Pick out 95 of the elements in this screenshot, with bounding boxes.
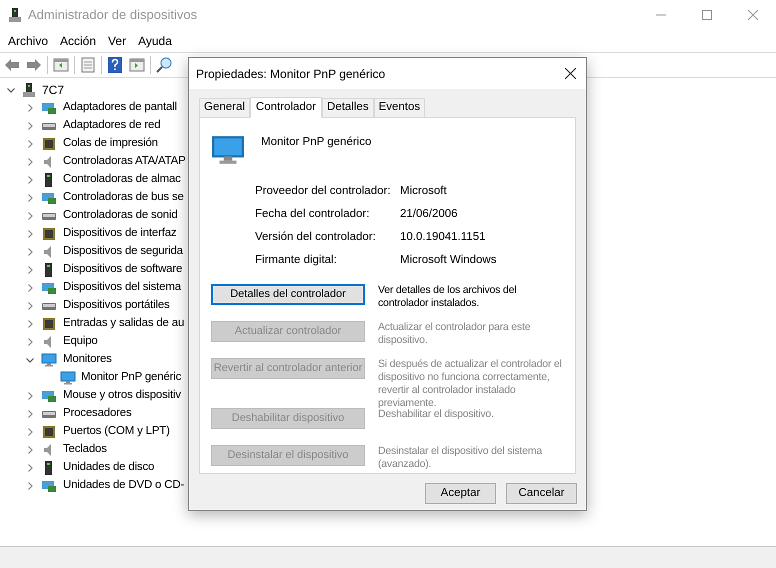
chip-icon (41, 226, 57, 242)
tree-item[interactable]: Controladoras de bus se (63, 189, 184, 207)
computer-icon (21, 82, 37, 98)
window-icon[interactable] (128, 56, 146, 74)
tree-item[interactable]: Colas de impresión (63, 135, 158, 153)
action-button[interactable]: Detalles del controlador (211, 284, 365, 305)
scan-icon[interactable] (155, 56, 173, 74)
property-value: 21/06/2006 (400, 206, 458, 222)
chevron-right-icon[interactable] (25, 175, 35, 185)
tree-item[interactable]: Adaptadores de red (63, 117, 160, 135)
tree-item[interactable]: Procesadores (63, 405, 132, 423)
tab[interactable]: Controlador (250, 97, 322, 118)
document-icon[interactable] (79, 56, 97, 74)
chip-icon (41, 316, 57, 332)
card-icon (41, 100, 57, 116)
chevron-right-icon[interactable] (25, 301, 35, 311)
monitor-icon (41, 352, 57, 368)
tree-item[interactable]: 7C7 (42, 81, 64, 99)
chevron-right-icon[interactable] (25, 445, 35, 455)
monitor-icon (60, 370, 76, 386)
tree-item[interactable]: Controladoras de almac (63, 171, 181, 189)
card-icon (41, 280, 57, 296)
menu-item[interactable]: Ver (102, 31, 132, 51)
chevron-right-icon[interactable] (25, 157, 35, 167)
computer-icon (8, 7, 22, 23)
tree-item[interactable]: Dispositivos portátiles (63, 297, 170, 315)
chevron-right-icon[interactable] (25, 409, 35, 419)
property-value: Microsoft Windows (400, 252, 496, 268)
action-description: Desinstalar el dispositivo del sistema (avanzado). (378, 445, 544, 472)
chevron-right-icon[interactable] (25, 121, 35, 131)
tab[interactable]: Eventos (374, 98, 426, 117)
monitor-icon (211, 133, 245, 167)
chevron-down-icon[interactable] (6, 85, 16, 95)
dialog-button[interactable]: Aceptar (425, 483, 496, 504)
card-icon (41, 388, 57, 404)
tree-item[interactable]: Controladoras de sonid (63, 207, 178, 225)
window-title: Administrador de dispositivos (28, 6, 198, 24)
property-label: Fecha del controlador: (255, 206, 370, 222)
property-label: Versión del controlador: (255, 230, 377, 245)
chevron-right-icon[interactable] (25, 193, 35, 203)
chevron-right-icon[interactable] (25, 265, 35, 275)
tree-item[interactable]: Monitor PnP genéric (81, 369, 182, 387)
chevron-right-icon[interactable] (25, 427, 35, 437)
chevron-right-icon[interactable] (25, 139, 35, 149)
chevron-down-icon[interactable] (25, 355, 35, 365)
property-label: Proveedor del controlador: (255, 184, 392, 199)
chevron-right-icon[interactable] (25, 463, 35, 473)
chip-icon (41, 136, 57, 152)
action-description: Actualizar el controlador para este dispositivo. (378, 321, 532, 348)
property-value: 10.0.19041.1151 (400, 230, 486, 245)
chevron-right-icon[interactable] (25, 247, 35, 257)
action-description: Deshabilitar el dispositivo. (378, 408, 495, 422)
card-icon (41, 190, 57, 206)
chevron-right-icon[interactable] (25, 229, 35, 239)
chevron-right-icon[interactable] (25, 103, 35, 113)
tree-item[interactable]: Puertos (COM y LPT) (63, 423, 170, 441)
maximize-icon (702, 10, 712, 20)
chevron-right-icon[interactable] (25, 337, 35, 347)
tree-item[interactable]: Dispositivos de interfaz (63, 225, 176, 243)
help-icon[interactable] (106, 56, 124, 74)
dialog-title: Propiedades: Monitor PnP genérico (196, 66, 386, 82)
tree-item[interactable]: Dispositivos del sistema (63, 279, 181, 297)
chevron-right-icon[interactable] (25, 481, 35, 491)
forward-arrow-icon[interactable] (25, 56, 43, 74)
tree-item[interactable]: Dispositivos de software (63, 261, 182, 279)
menu-item[interactable]: Archivo (2, 31, 54, 51)
chevron-right-icon[interactable] (25, 319, 35, 329)
tree-item[interactable]: Teclados (63, 441, 107, 459)
card-icon (41, 478, 57, 494)
close-icon (748, 10, 758, 20)
action-description: Si después de actualizar el controlador el dispositivo no funciona correctamente, revertir al controlador instalado previamente. (378, 358, 563, 408)
tab[interactable]: General (199, 98, 250, 117)
chip-icon (41, 424, 57, 440)
tree-item[interactable]: Adaptadores de pantall (63, 99, 177, 117)
device-name: Monitor PnP genérico (261, 135, 372, 150)
action-description: Ver detalles de los archivos del controlador instalados. (378, 284, 518, 311)
tree-item[interactable]: Entradas y salidas de au (63, 315, 184, 333)
window-icon[interactable] (52, 56, 70, 74)
tree-item[interactable]: Unidades de DVD o CD- (63, 477, 184, 495)
tree-item[interactable]: Controladoras ATA/ATAP (63, 153, 186, 171)
close-icon (564, 68, 576, 79)
tab[interactable]: Detalles (322, 98, 374, 117)
chevron-right-icon[interactable] (25, 283, 35, 293)
property-label: Firmante digital: (255, 252, 338, 268)
chevron-right-icon[interactable] (25, 391, 35, 401)
tree-item[interactable]: Dispositivos de segurida (63, 243, 183, 261)
tree-item[interactable]: Monitores (63, 351, 112, 369)
tree-item[interactable]: Equipo (63, 333, 98, 351)
property-value: Microsoft (400, 184, 447, 199)
menu-item[interactable]: Acción (54, 31, 102, 51)
menu-item[interactable]: Ayuda (132, 31, 178, 51)
dialog-button[interactable]: Cancelar (506, 483, 577, 504)
tree-item[interactable]: Unidades de disco (63, 459, 154, 477)
tree-item[interactable]: Mouse y otros dispositiv (63, 387, 181, 405)
chevron-right-icon[interactable] (25, 211, 35, 221)
